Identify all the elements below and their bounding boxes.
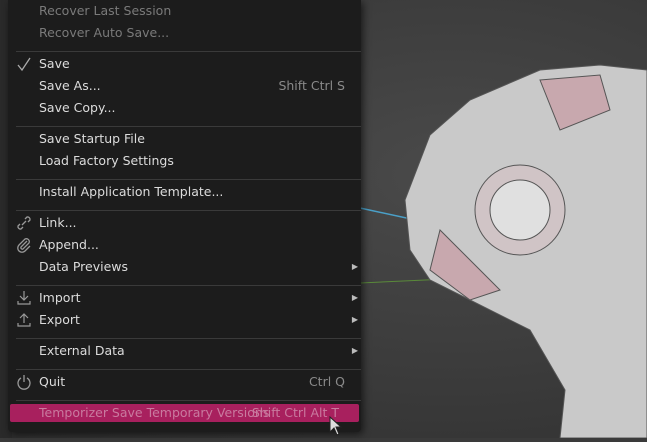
menu-item-temporizer-save[interactable]: Temporizer Save Temporary Versions Shift … (10, 404, 359, 422)
label: Install Application Template... (39, 184, 224, 199)
menu-item-import[interactable]: Import ▶ (8, 287, 361, 309)
label: Append... (39, 237, 99, 252)
label: Export (39, 312, 80, 327)
label: Recover Last Session (39, 3, 172, 18)
submenu-arrow-icon: ▶ (351, 315, 358, 324)
label: Save Copy... (39, 100, 116, 115)
label: Link... (39, 215, 77, 230)
power-icon (17, 375, 31, 390)
file-menu: Recover Last Session Recover Auto Save..… (8, 0, 361, 432)
menu-item-link[interactable]: Link... (8, 212, 361, 234)
submenu-arrow-icon: ▶ (351, 346, 358, 355)
label: Temporizer Save Temporary Versions (39, 405, 270, 420)
separator (16, 369, 361, 370)
label: External Data (39, 343, 125, 358)
menu-item-save-copy[interactable]: Save Copy... (8, 97, 361, 119)
menu-item-recover-auto-save[interactable]: Recover Auto Save... (8, 22, 361, 44)
label: Load Factory Settings (39, 153, 174, 168)
menu-item-append[interactable]: Append... (8, 234, 361, 256)
separator (16, 338, 361, 339)
paperclip-icon (17, 238, 31, 253)
separator (16, 179, 361, 180)
menu-item-save[interactable]: Save (8, 53, 361, 75)
import-icon (17, 291, 31, 305)
separator (16, 210, 361, 211)
menu-item-data-previews[interactable]: Data Previews ▶ (8, 256, 361, 278)
label: Recover Auto Save... (39, 25, 170, 40)
label: Import (39, 290, 81, 305)
separator (16, 400, 361, 401)
label: Save Startup File (39, 131, 145, 146)
menu-item-save-startup-file[interactable]: Save Startup File (8, 128, 361, 150)
menu-item-install-application-template[interactable]: Install Application Template... (8, 181, 361, 203)
export-icon (17, 313, 31, 327)
separator (16, 51, 361, 52)
link-icon (17, 216, 31, 230)
label: Data Previews (39, 259, 128, 274)
menu-item-recover-last-session[interactable]: Recover Last Session (8, 0, 361, 22)
shortcut: Shift Ctrl S (278, 78, 345, 93)
checkmark-icon (17, 57, 31, 72)
separator (16, 285, 361, 286)
label: Save As... (39, 78, 101, 93)
menu-item-export[interactable]: Export ▶ (8, 309, 361, 331)
submenu-arrow-icon: ▶ (351, 262, 358, 271)
mouse-cursor-icon (329, 416, 343, 436)
separator (16, 126, 361, 127)
menu-item-external-data[interactable]: External Data ▶ (8, 340, 361, 362)
menu-item-quit[interactable]: Quit Ctrl Q (8, 371, 361, 393)
shortcut: Ctrl Q (308, 374, 345, 389)
shortcut: Shift Ctrl Alt T (251, 405, 339, 420)
label: Save (39, 56, 70, 71)
submenu-arrow-icon: ▶ (351, 293, 358, 302)
menu-item-load-factory-settings[interactable]: Load Factory Settings (8, 150, 361, 172)
label: Quit (39, 374, 66, 389)
menu-item-save-as[interactable]: Save As... Shift Ctrl S (8, 75, 361, 97)
